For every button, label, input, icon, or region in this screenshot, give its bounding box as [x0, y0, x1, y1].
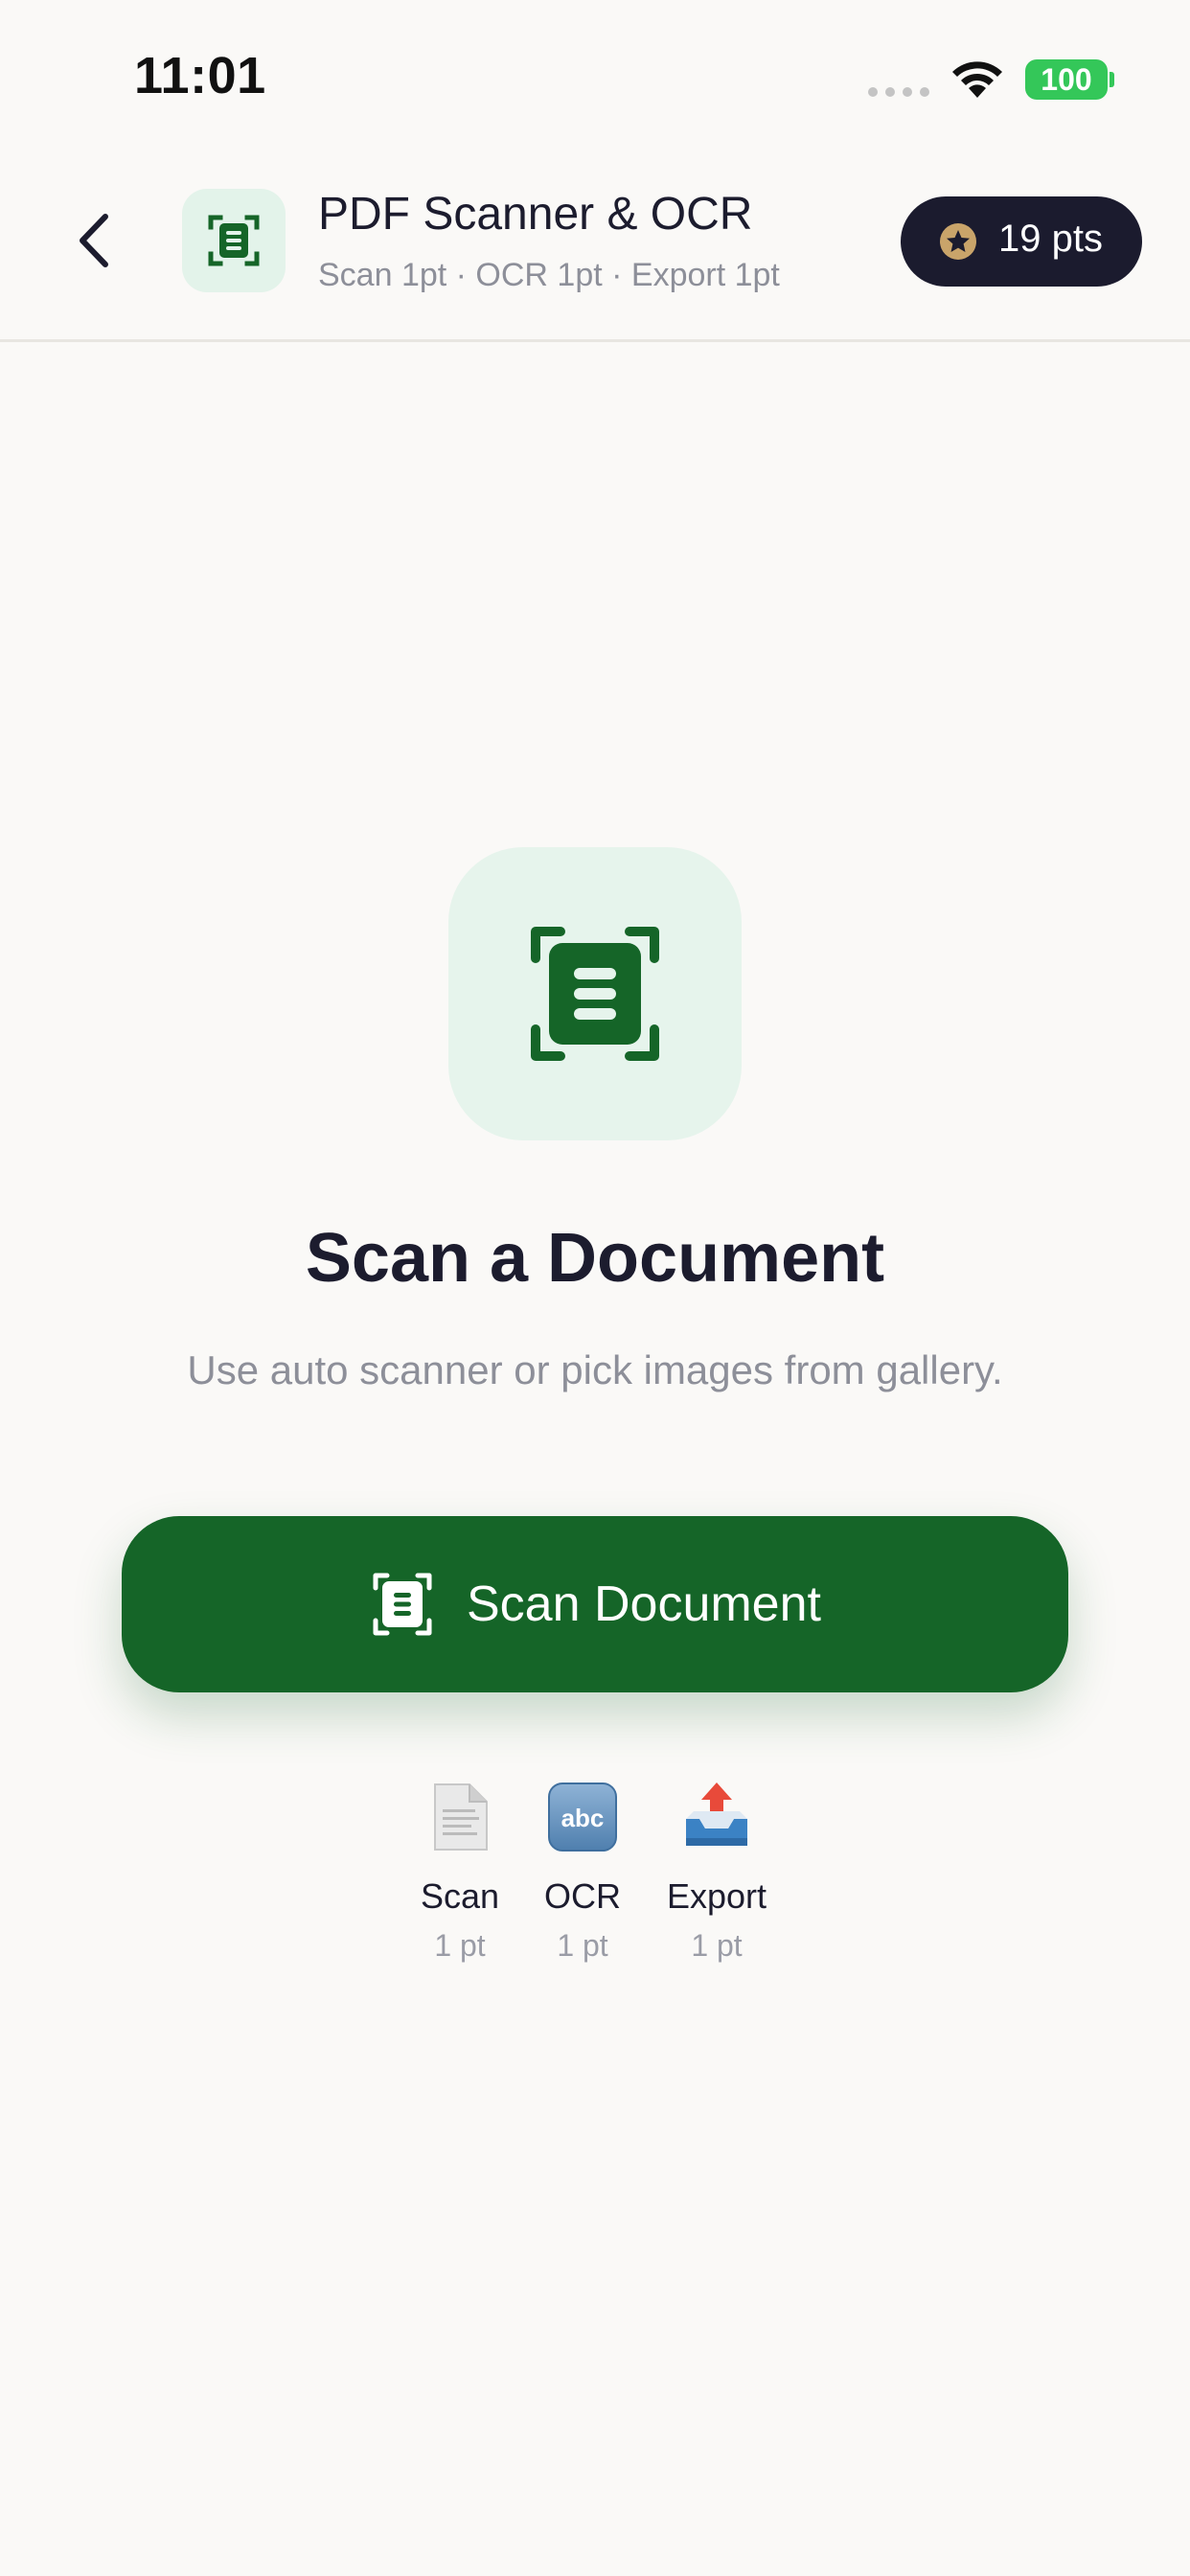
page-icon — [434, 1783, 488, 1851]
cost-name-ocr: OCR — [544, 1876, 621, 1916]
document-scanner-icon — [373, 1573, 432, 1636]
svg-text:abc: abc — [561, 1804, 605, 1832]
main-heading: Scan a Document — [305, 1220, 885, 1297]
app-icon — [182, 189, 286, 292]
app-header: PDF Scanner & OCR Scan 1pt · OCR 1pt · E… — [0, 153, 1190, 342]
page-subtitle: Scan 1pt · OCR 1pt · Export 1pt — [318, 257, 780, 293]
wifi-icon — [952, 61, 1002, 98]
cost-value-scan: 1 pt — [434, 1928, 486, 1963]
scan-document-button-label: Scan Document — [467, 1576, 821, 1632]
back-button[interactable] — [63, 201, 130, 278]
cost-name-scan: Scan — [420, 1876, 500, 1916]
points-balance-button[interactable]: 19 pts — [901, 196, 1142, 287]
cost-value-ocr: 1 pt — [557, 1928, 608, 1963]
points-label: 19 pts — [998, 218, 1103, 260]
cellular-signal-icon — [868, 87, 929, 97]
chevron-left-icon — [80, 214, 108, 267]
cost-value-export: 1 pt — [691, 1928, 743, 1963]
abc-icon: abc — [548, 1782, 617, 1852]
page-title: PDF Scanner & OCR — [318, 189, 753, 240]
battery-icon: 100 — [1025, 59, 1108, 100]
battery-tip — [1110, 72, 1114, 87]
document-scanner-icon — [531, 927, 659, 1061]
status-time: 11:01 — [134, 47, 266, 104]
cost-name-export: Export — [666, 1876, 767, 1916]
main-description: Use auto scanner or pick images from gal… — [187, 1347, 1003, 1392]
document-scanner-icon — [208, 215, 260, 266]
hero-icon-tile — [448, 847, 742, 1140]
outbox-tray-icon — [686, 1782, 747, 1846]
status-bar: 11:01 100 — [0, 0, 1190, 153]
star-coin-icon — [940, 223, 976, 260]
scan-document-button[interactable]: Scan Document — [122, 1516, 1068, 1692]
